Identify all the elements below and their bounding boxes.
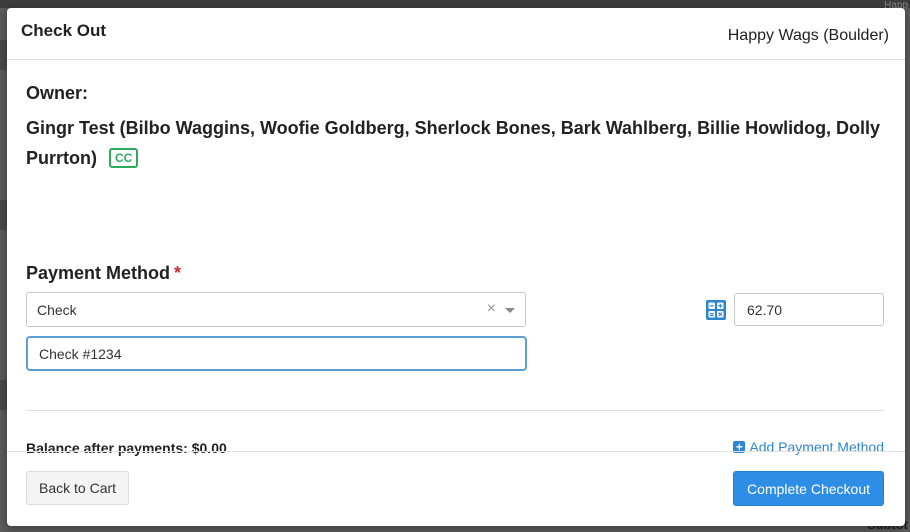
calculator-icon[interactable] — [706, 300, 726, 320]
payment-method-select[interactable]: Check × — [26, 292, 526, 327]
checkout-modal: Check Out Happy Wags (Boulder) Owner: Gi… — [7, 8, 905, 526]
clear-icon[interactable]: × — [487, 300, 496, 318]
modal-title: Check Out — [21, 20, 107, 40]
check-number-input[interactable] — [26, 336, 527, 371]
payment-method-label: Payment Method * — [26, 263, 181, 284]
required-marker: * — [174, 263, 182, 283]
caret-down-icon[interactable] — [505, 308, 515, 313]
modal-header: Check Out Happy Wags (Boulder) — [7, 8, 905, 60]
credit-card-badge[interactable]: CC — [109, 148, 139, 168]
background-topbar — [0, 0, 910, 8]
back-to-cart-button[interactable]: Back to Cart — [26, 471, 130, 505]
payment-method-label-text: Payment Method — [26, 263, 171, 283]
owner-info: Gingr Test (Bilbo Waggins, Woofie Goldbe… — [26, 113, 886, 173]
complete-checkout-button[interactable]: Complete Checkout — [733, 471, 884, 506]
payment-method-selected: Check — [37, 301, 77, 318]
location-name: Happy Wags (Boulder) — [727, 26, 889, 44]
owner-names: Gingr Test (Bilbo Waggins, Woofie Goldbe… — [26, 118, 881, 168]
divider — [26, 410, 884, 411]
payment-amount-input[interactable] — [734, 293, 884, 326]
modal-footer: Back to Cart Complete Checkout — [7, 451, 905, 526]
owner-label: Owner: — [26, 83, 89, 103]
